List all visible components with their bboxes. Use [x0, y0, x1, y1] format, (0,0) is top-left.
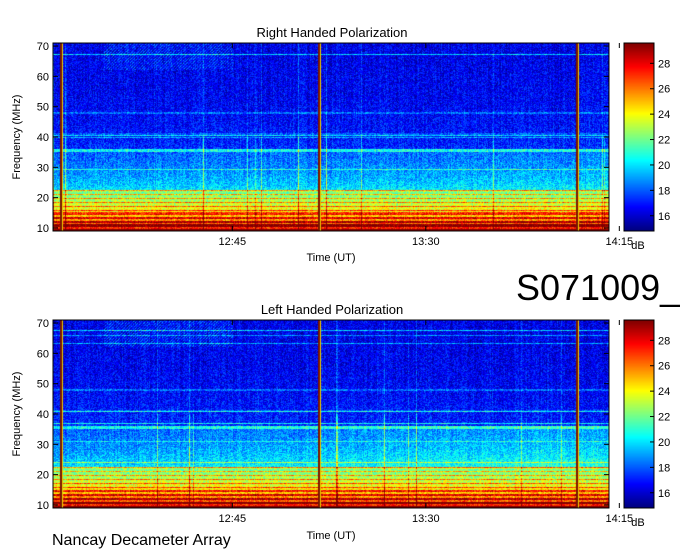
spectrogram-image [53, 320, 609, 508]
y-tick-label: 10 [37, 500, 49, 512]
panel-title: Left Handed Polarization [261, 302, 403, 317]
x-tick-label: 13:30 [412, 513, 440, 525]
panel-left-polarization: Left Handed Polarization 10203040506070 … [11, 302, 670, 542]
colorbar-image [624, 320, 654, 508]
colorbar-tick-label: 28 [658, 335, 670, 347]
colorbar-tick-label: 24 [658, 386, 670, 398]
y-tick-label: 40 [37, 409, 49, 421]
x-axis-label: Time (UT) [306, 252, 355, 264]
colorbar-tick-label: 22 [658, 135, 670, 147]
figure: Right Handed Polarization 10 20 30 40 50 60 70… [11, 25, 680, 549]
y-tick-label: 70 [37, 41, 49, 53]
y-tick-label: 50 [37, 379, 49, 391]
x-tick-label: 14:15 [606, 236, 634, 248]
y-tick-label: 60 [37, 71, 49, 83]
y-tick-label: 30 [37, 439, 49, 451]
y-axis-label: Frequency (MHz) [11, 95, 23, 180]
colorbar-tick-label: 26 [658, 361, 670, 373]
x-tick-label: 12:45 [219, 236, 247, 248]
colorbar-tick-label: 26 [658, 84, 670, 96]
y-tick-label: 50 [37, 102, 49, 114]
y-tick-label: 20 [37, 470, 49, 482]
y-axis-label: Frequency (MHz) [11, 372, 23, 457]
colorbar-tick-label: 16 [658, 211, 670, 223]
x-tick-label: 12:45 [219, 513, 247, 525]
colorbar-label: dB [631, 240, 644, 252]
x-tick-label: 13:30 [412, 236, 440, 248]
y-tick-label: 10 [37, 223, 49, 235]
colorbar-tick-label: 16 [658, 488, 670, 500]
colorbar-tick-label: 24 [658, 109, 670, 121]
colorbar-tick-label: 20 [658, 160, 670, 172]
observation-id: S071009_ [516, 267, 680, 308]
y-tick-label: 30 [37, 162, 49, 174]
y-tick-label: 70 [37, 318, 49, 330]
colorbar-tick-label: 18 [658, 185, 670, 197]
y-tick-label: 60 [37, 348, 49, 360]
colorbar-tick-label: 18 [658, 462, 670, 474]
panel-title: Right Handed Polarization [256, 25, 407, 40]
x-tick-label: 14:15 [606, 513, 634, 525]
y-tick-label: 40 [37, 132, 49, 144]
colorbar-label: dB [631, 517, 644, 529]
colorbar-tick-label: 28 [658, 58, 670, 70]
colorbar-tick-label: 22 [658, 412, 670, 424]
x-axis-label: Time (UT) [306, 530, 355, 542]
instrument-label: Nancay Decameter Array [52, 532, 231, 549]
panel-right-polarization: Right Handed Polarization 10 20 30 40 50 60 70… [11, 25, 670, 264]
spectrogram-image [53, 43, 609, 231]
colorbar-tick-label: 20 [658, 437, 670, 449]
colorbar-image [624, 43, 654, 231]
y-tick-label: 20 [37, 193, 49, 205]
